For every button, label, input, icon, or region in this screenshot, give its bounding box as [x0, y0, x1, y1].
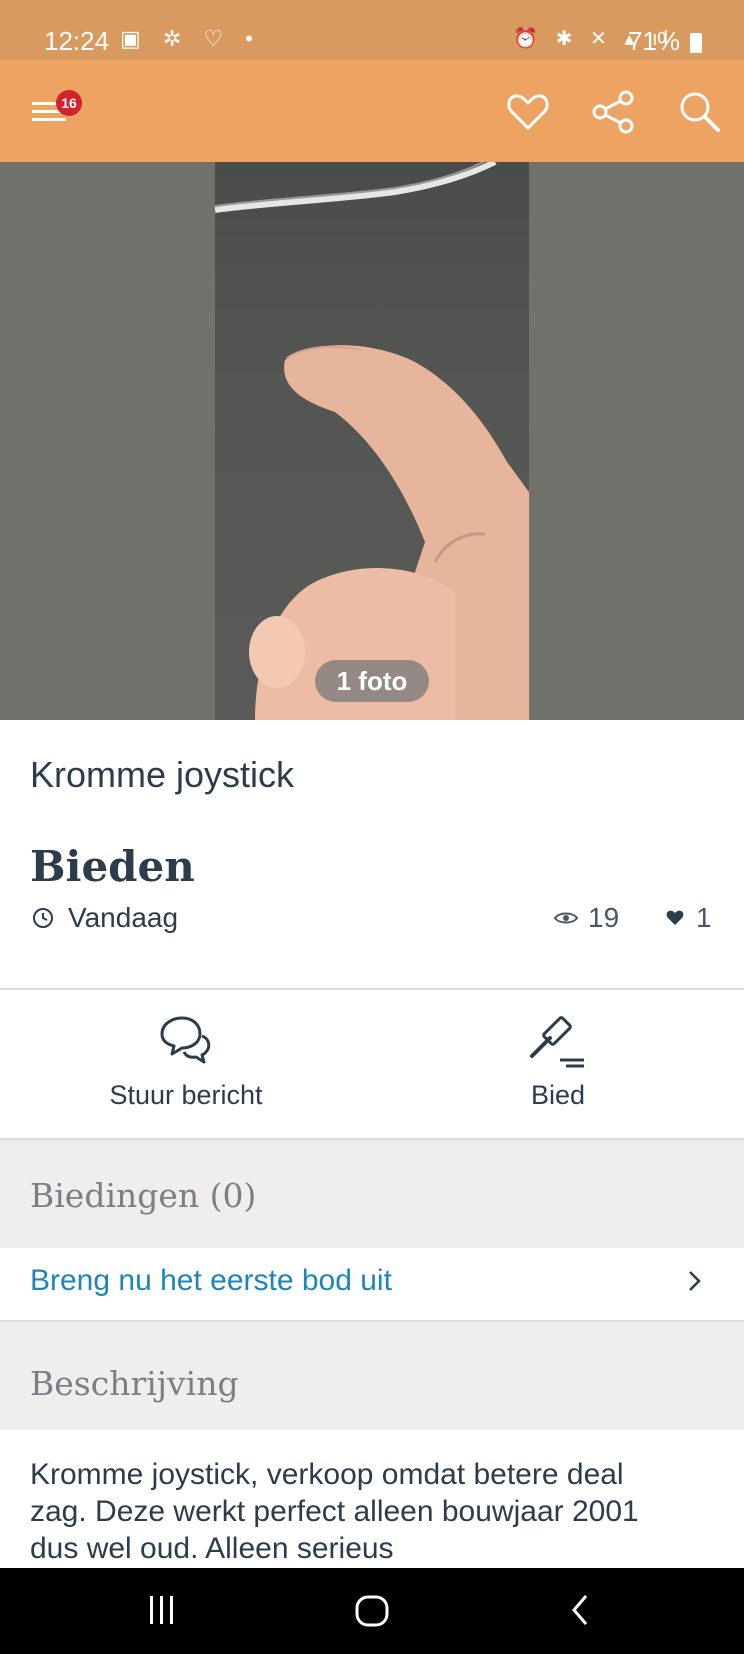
bids-heading: Biedingen (0): [30, 1176, 257, 1215]
description-heading: Beschrijving: [30, 1364, 239, 1403]
favorite-count: 1: [696, 902, 712, 933]
heart-filled-icon: [666, 910, 684, 925]
clock-icon: [33, 908, 53, 928]
bids-section-header: Biedingen (0): [0, 1140, 744, 1248]
system-nav-bar: [0, 1568, 744, 1654]
chat-bubbles-icon: [160, 1016, 211, 1064]
eye-icon: [554, 912, 578, 924]
heart-icon: [507, 94, 549, 130]
notification-icons: ▣ ✲ ♡ •: [120, 26, 261, 51]
listing-photo[interactable]: [215, 162, 529, 720]
bid-label: Bied: [530, 1080, 586, 1110]
back-icon[interactable]: [570, 1594, 590, 1626]
photo-count-pill: 1 foto: [315, 660, 429, 702]
photo-image: [215, 162, 529, 720]
listing-price: Bieden: [30, 842, 195, 891]
listing-stats: 19 1: [554, 900, 714, 936]
chevron-right-icon: [689, 1271, 701, 1291]
listing-title: Kromme joystick: [30, 754, 295, 795]
app-toolbar: 16: [0, 60, 744, 162]
menu-button[interactable]: 16: [28, 90, 82, 138]
divider: [0, 988, 744, 990]
share-button[interactable]: [590, 88, 638, 136]
send-message-label: Stuur bericht: [109, 1080, 263, 1110]
gavel-icon: [530, 1016, 584, 1068]
bid-button[interactable]: Bied: [372, 992, 744, 1138]
description-text: Kromme joystick, verkoop omdat betere de…: [30, 1458, 639, 1565]
first-bid-link[interactable]: Breng nu het eerste bod uit: [30, 1264, 392, 1298]
status-bar: 12:24 ▣ ✲ ♡ • ⏰ ✱ ✕ ▴ ıl 71%: [0, 0, 744, 60]
favorite-button[interactable]: [504, 88, 552, 136]
listing-date-text: Vandaag: [68, 902, 179, 933]
recent-apps-icon[interactable]: [146, 1594, 178, 1626]
battery-level: 71%: [627, 26, 680, 56]
view-count: 19: [588, 902, 620, 933]
status-time: 12:24: [44, 26, 110, 56]
notification-badge: 16: [56, 90, 82, 116]
search-icon: [680, 92, 720, 132]
home-icon[interactable]: [354, 1594, 390, 1628]
send-message-button[interactable]: Stuur bericht: [0, 992, 372, 1138]
share-icon: [592, 90, 634, 134]
first-bid-row[interactable]: Breng nu het eerste bod uit: [0, 1248, 744, 1320]
description-section-header: Beschrijving: [0, 1322, 744, 1430]
battery-icon: [690, 33, 702, 53]
search-button[interactable]: [676, 88, 724, 136]
photo-gallery[interactable]: 1 foto: [0, 162, 744, 720]
